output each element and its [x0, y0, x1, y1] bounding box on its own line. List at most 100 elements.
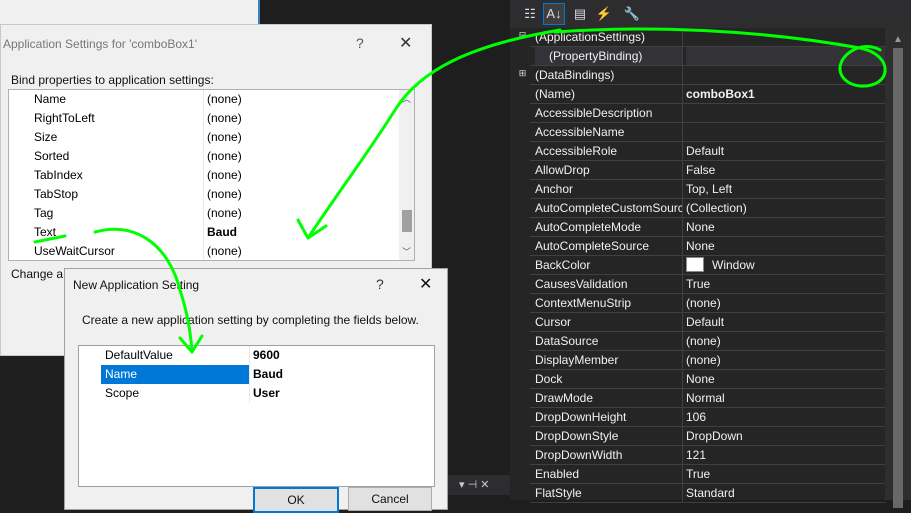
binding-row[interactable]: TabIndex (none): [9, 166, 399, 185]
property-row[interactable]: (PropertyBinding): [510, 47, 886, 66]
binding-row[interactable]: Sorted (none): [9, 147, 399, 166]
property-row[interactable]: Enabled True: [510, 465, 886, 484]
property-value[interactable]: True: [686, 465, 886, 484]
scroll-thumb[interactable]: [402, 210, 412, 232]
properties-icon[interactable]: ▤: [570, 4, 590, 24]
property-value[interactable]: (none): [686, 294, 886, 313]
cancel-button[interactable]: Cancel: [348, 487, 432, 511]
close-icon[interactable]: ✕: [399, 33, 412, 53]
property-value[interactable]: [686, 47, 886, 66]
setting-row[interactable]: DefaultValue 9600: [79, 346, 434, 365]
property-value[interactable]: Standard: [686, 484, 886, 503]
binding-value[interactable]: (none): [207, 128, 397, 147]
property-value[interactable]: 106: [686, 408, 886, 427]
property-value[interactable]: (none): [686, 332, 886, 351]
property-value[interactable]: (Collection): [686, 199, 886, 218]
ok-button[interactable]: OK: [253, 487, 339, 513]
property-row[interactable]: AccessibleDescription: [510, 104, 886, 123]
property-row[interactable]: ⊞ (DataBindings): [510, 66, 886, 85]
scroll-up-icon[interactable]: ▲: [885, 34, 911, 45]
binding-value[interactable]: (none): [207, 166, 397, 185]
property-row[interactable]: DropDownStyle DropDown: [510, 427, 886, 446]
binding-value[interactable]: (none): [207, 242, 397, 260]
property-row[interactable]: AccessibleRole Default: [510, 142, 886, 161]
categorized-icon[interactable]: ☷: [520, 4, 540, 24]
property-pages-icon[interactable]: 🔧: [622, 4, 642, 24]
property-row[interactable]: Anchor Top, Left: [510, 180, 886, 199]
binding-value[interactable]: Baud: [207, 223, 397, 242]
events-icon[interactable]: ⚡: [594, 4, 614, 24]
help-button[interactable]: ?: [356, 35, 364, 51]
property-row[interactable]: Dock None: [510, 370, 886, 389]
binding-row[interactable]: Name (none): [9, 90, 399, 109]
setting-value[interactable]: Baud: [249, 365, 438, 384]
property-row[interactable]: FlatStyle Standard: [510, 484, 886, 503]
binding-property-name: RightToLeft: [34, 111, 95, 125]
binding-value[interactable]: (none): [207, 90, 397, 109]
property-name: ContextMenuStrip: [535, 294, 683, 313]
property-value[interactable]: Default: [686, 142, 886, 161]
property-row[interactable]: BackColor Window: [510, 256, 886, 275]
property-value[interactable]: (none): [686, 351, 886, 370]
binding-row[interactable]: UseWaitCursor (none): [9, 242, 399, 260]
binding-value[interactable]: (none): [207, 185, 397, 204]
binding-list-scrollbar[interactable]: ︿ ﹀: [399, 90, 414, 260]
property-value[interactable]: Normal: [686, 389, 886, 408]
property-value[interactable]: DropDown: [686, 427, 886, 446]
setting-row[interactable]: Name Baud: [79, 365, 434, 384]
property-value[interactable]: False: [686, 161, 886, 180]
binding-row[interactable]: Text Baud: [9, 223, 399, 242]
property-value[interactable]: Top, Left: [686, 180, 886, 199]
property-name: DrawMode: [535, 389, 683, 408]
property-value[interactable]: None: [686, 218, 886, 237]
setting-value[interactable]: User: [249, 384, 438, 403]
property-value[interactable]: Window: [686, 256, 886, 275]
scroll-down-icon[interactable]: ﹀: [399, 245, 414, 258]
property-row[interactable]: CausesValidation True: [510, 275, 886, 294]
property-value[interactable]: None: [686, 370, 886, 389]
property-row[interactable]: ⊟ (ApplicationSettings): [510, 28, 886, 47]
property-value[interactable]: True: [686, 275, 886, 294]
property-row[interactable]: DisplayMember (none): [510, 351, 886, 370]
setting-row[interactable]: Scope User: [79, 384, 434, 403]
property-value[interactable]: [686, 104, 886, 123]
scroll-up-icon[interactable]: ︿: [399, 92, 414, 105]
collapse-icon[interactable]: ⊟: [518, 31, 527, 40]
property-value[interactable]: Default: [686, 313, 886, 332]
property-row[interactable]: AutoCompleteSource None: [510, 237, 886, 256]
alphabetical-icon[interactable]: A↓: [543, 3, 565, 25]
property-row[interactable]: AllowDrop False: [510, 161, 886, 180]
property-row[interactable]: DrawMode Normal: [510, 389, 886, 408]
binding-row[interactable]: Tag (none): [9, 204, 399, 223]
property-value[interactable]: [686, 123, 886, 142]
property-row[interactable]: ContextMenuStrip (none): [510, 294, 886, 313]
property-value[interactable]: [686, 66, 886, 85]
property-row[interactable]: DataSource (none): [510, 332, 886, 351]
property-row[interactable]: AccessibleName: [510, 123, 886, 142]
property-row[interactable]: DropDownWidth 121: [510, 446, 886, 465]
properties-panel: ☷ A↓ ▤ ⚡ 🔧 ⊟ (ApplicationSettings) (Proper…: [510, 0, 911, 503]
expand-icon[interactable]: ⊞: [518, 69, 527, 78]
property-row[interactable]: Cursor Default: [510, 313, 886, 332]
property-row[interactable]: DropDownHeight 106: [510, 408, 886, 427]
binding-value[interactable]: (none): [207, 204, 397, 223]
property-value-text: Window: [712, 258, 755, 272]
help-button[interactable]: ?: [376, 276, 384, 292]
properties-scrollbar[interactable]: ▲: [885, 28, 911, 508]
property-value[interactable]: comboBox1: [686, 85, 886, 104]
close-icon[interactable]: ✕: [419, 274, 432, 294]
binding-row[interactable]: RightToLeft (none): [9, 109, 399, 128]
property-value[interactable]: [686, 28, 886, 47]
binding-row[interactable]: TabStop (none): [9, 185, 399, 204]
binding-value[interactable]: (none): [207, 109, 397, 128]
setting-value[interactable]: 9600: [249, 346, 438, 365]
property-row[interactable]: (Name) comboBox1: [510, 85, 886, 104]
property-row[interactable]: AutoCompleteMode None: [510, 218, 886, 237]
property-value[interactable]: None: [686, 237, 886, 256]
tabstrip-buttons[interactable]: ▾ ⊣ ✕: [459, 478, 489, 491]
scroll-thumb[interactable]: [893, 48, 903, 508]
property-row[interactable]: AutoCompleteCustomSource (Collection): [510, 199, 886, 218]
binding-row[interactable]: Size (none): [9, 128, 399, 147]
binding-value[interactable]: (none): [207, 147, 397, 166]
property-value[interactable]: 121: [686, 446, 886, 465]
